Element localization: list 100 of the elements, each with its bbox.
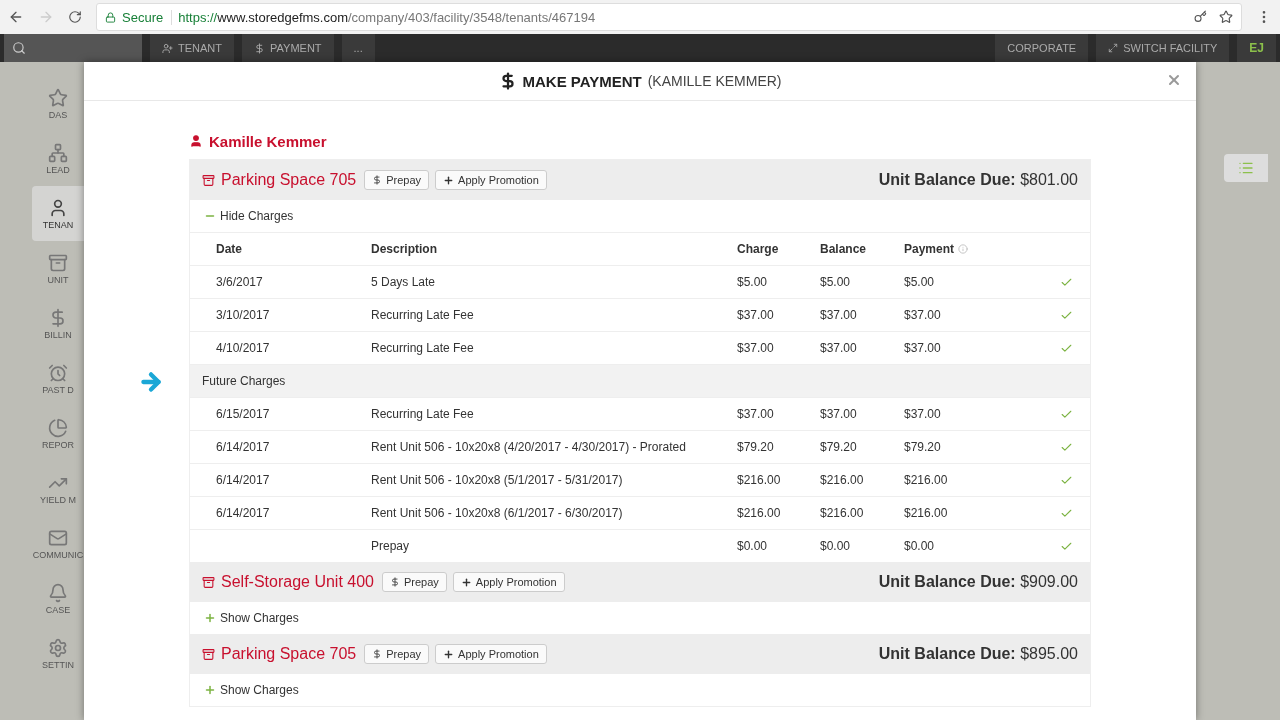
close-icon — [1166, 72, 1182, 88]
description-cell-text: Recurring Late Fee — [371, 341, 475, 355]
star-icon — [48, 87, 68, 108]
archive-icon — [48, 252, 68, 273]
sidebar-item[interactable]: CASE — [32, 571, 84, 626]
nav-button[interactable]: PAYMENT — [242, 34, 334, 62]
date-cell-text: 6/15/2017 — [216, 407, 271, 421]
unit-balance: Unit Balance Due: $801.00 — [878, 171, 1078, 189]
apply-promotion-button[interactable]: Apply Promotion — [435, 644, 547, 664]
column-header: Date — [216, 242, 243, 256]
nav-button[interactable]: ... — [341, 34, 375, 62]
bookmark-star-icon[interactable] — [1219, 10, 1233, 24]
person-icon — [189, 134, 203, 148]
charge-cell-text: $5.00 — [737, 275, 769, 289]
arrow-icon — [138, 369, 164, 395]
description-cell-text: Recurring Late Fee — [371, 407, 475, 421]
unit-icon — [202, 647, 215, 661]
sidebar-item[interactable]: YIELD M — [32, 461, 84, 516]
list-icon — [1238, 160, 1254, 176]
charge-cell-text: $0.00 — [737, 539, 769, 553]
apply-promotion-button[interactable]: Apply Promotion — [452, 572, 565, 592]
modal-title: MAKE PAYMENT — [522, 72, 642, 90]
description-cell-text: Prepay — [371, 539, 411, 553]
add-user-icon — [162, 42, 173, 54]
charge-cell-text: $37.00 — [737, 308, 775, 322]
network-icon — [48, 142, 68, 163]
balance-cell-text: $5.00 — [820, 275, 852, 289]
plus-icon — [460, 576, 472, 588]
payment-cell-text: $37.00 — [904, 341, 942, 355]
date-cell-text: 4/10/2017 — [216, 341, 271, 355]
charge-cell-text: $216.00 — [737, 506, 782, 520]
sidebar-item[interactable]: REPOR — [32, 406, 84, 461]
sidebar-item[interactable]: PAST D — [32, 351, 84, 406]
tenant-name: Kamille Kemmer — [209, 132, 327, 150]
person-icon — [48, 197, 68, 218]
description-cell-text: Rent Unit 506 - 10x20x8 (6/1/2017 - 6/30/2017) — [371, 506, 624, 520]
prepay-button[interactable]: Prepay — [364, 644, 430, 664]
nav-button[interactable]: SWITCH FACILITY — [1096, 34, 1230, 62]
charges-toggle[interactable]: Show Charges — [190, 602, 313, 634]
balance-cell-text: $37.00 — [820, 341, 858, 355]
sidebar-item[interactable]: TENAN — [32, 186, 84, 241]
lock-icon — [105, 11, 116, 23]
plus-icon — [204, 684, 216, 696]
unit-icon — [202, 575, 215, 589]
charge-cell-text: $37.00 — [737, 407, 775, 421]
column-header: Payment — [904, 242, 1060, 256]
url-text: https://www.storedgefms.com/company/403/facility/3548/tenants/467194 — [178, 9, 596, 25]
balance-cell-text: $216.00 — [820, 506, 865, 520]
payment-cell-text: $37.00 — [904, 407, 942, 421]
unit-balance: Unit Balance Due: $909.00 — [878, 573, 1078, 591]
nav-button[interactable]: TENANT — [150, 34, 234, 62]
payment-cell-text: $37.00 — [904, 308, 942, 322]
date-cell-text: 6/14/2017 — [216, 440, 271, 454]
description-cell-text: Recurring Late Fee — [371, 308, 475, 322]
dollar-icon — [372, 175, 383, 185]
sidebar-item[interactable]: UNIT — [32, 241, 84, 296]
sidebar-item[interactable]: COMMUNIC — [32, 516, 84, 571]
charge-cell-text: $79.20 — [737, 440, 775, 454]
description-cell-text: Rent Unit 506 - 10x20x8 (5/1/2017 - 5/31/2017) — [371, 473, 624, 487]
unit-icon — [202, 173, 215, 187]
sidebar-item[interactable]: DAS — [32, 76, 84, 131]
secure-label: Secure — [122, 9, 173, 25]
prepay-button[interactable]: Prepay — [382, 572, 447, 592]
modal-subtitle: (KAMILLE KEMMER) — [647, 73, 782, 89]
charges-toggle[interactable]: Hide Charges — [190, 200, 308, 232]
unit-name: Parking Space 705 — [221, 171, 357, 189]
sidebar-item[interactable]: LEAD — [32, 131, 84, 186]
user-initials-button[interactable]: EJ — [1237, 34, 1276, 62]
settings-icon — [48, 637, 68, 658]
balance-cell-text: $37.00 — [820, 407, 858, 421]
dollar-icon — [390, 577, 400, 587]
balance-cell-text: $216.00 — [820, 473, 865, 487]
date-cell-text: 6/14/2017 — [216, 506, 271, 520]
reload-icon[interactable] — [68, 10, 82, 24]
key-icon[interactable] — [1194, 10, 1207, 23]
address-bar[interactable]: Secure https://www.storedgefms.com/company/403/facility/3548/tenants/467194 — [96, 3, 1242, 31]
sidebar-item[interactable]: BILLIN — [32, 296, 84, 351]
payment-cell-text: $5.00 — [904, 275, 936, 289]
back-icon[interactable] — [8, 9, 24, 25]
sidebar-item[interactable]: SETTIN — [32, 626, 84, 681]
balance-cell-text: $79.20 — [820, 440, 858, 454]
apply-promotion-button[interactable]: Apply Promotion — [435, 170, 547, 190]
date-cell-text: 3/10/2017 — [216, 308, 271, 322]
charges-toggle[interactable]: Show Charges — [190, 674, 313, 706]
nav-button[interactable]: CORPORATE — [995, 34, 1089, 62]
prepay-button[interactable]: Prepay — [364, 170, 430, 190]
plus-icon — [443, 174, 455, 186]
unit-name: Parking Space 705 — [221, 645, 357, 663]
search-field[interactable] — [4, 34, 142, 62]
payment-cell-text: $216.00 — [904, 473, 949, 487]
bell-icon — [48, 582, 68, 603]
date-cell-text: 3/6/2017 — [216, 275, 264, 289]
close-button[interactable] — [1166, 72, 1182, 88]
description-cell-text: 5 Days Late — [371, 275, 437, 289]
payment-cell-text: $216.00 — [904, 506, 949, 520]
future-charges-label: Future Charges — [202, 374, 286, 388]
balance-cell-text: $0.00 — [820, 539, 852, 553]
search-icon — [12, 41, 26, 55]
balance-cell-text: $37.00 — [820, 308, 858, 322]
date-cell-text: 6/14/2017 — [216, 473, 271, 487]
